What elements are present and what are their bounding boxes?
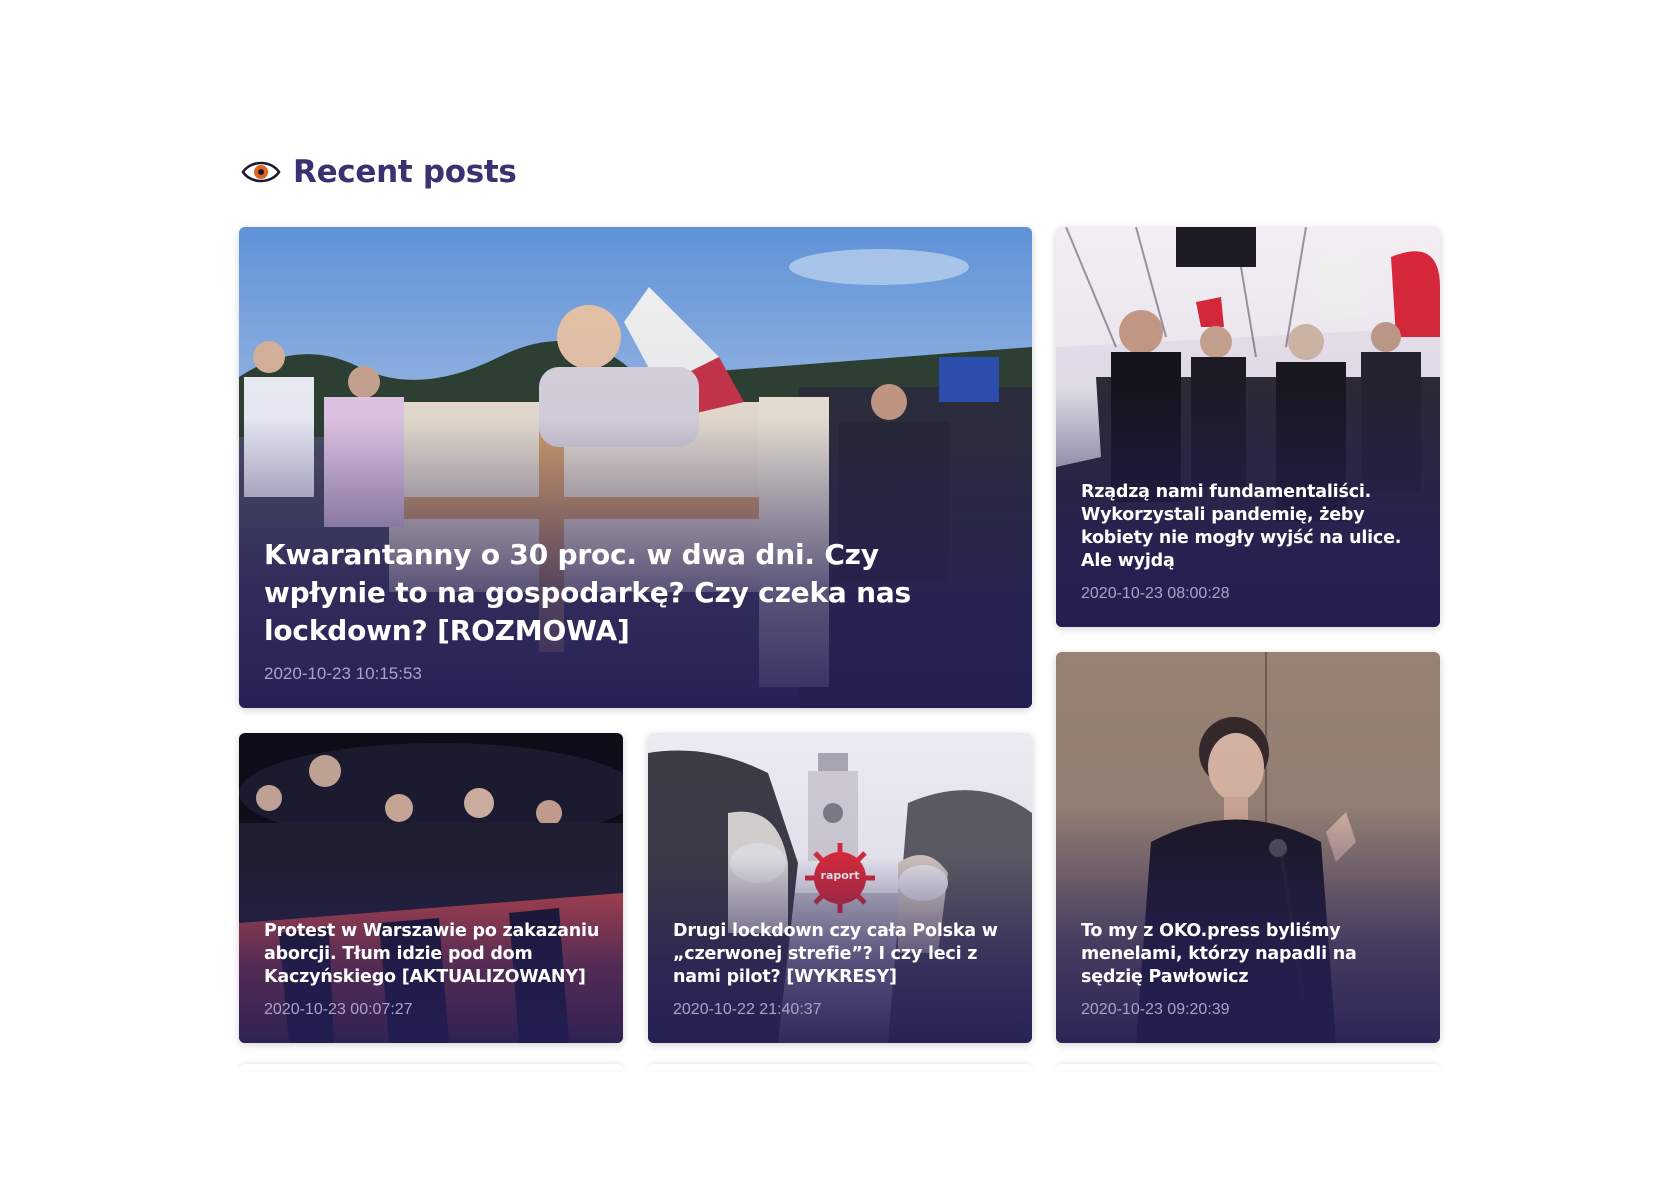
section-header: Recent posts xyxy=(241,154,517,190)
post-date: 2020-10-23 09:20:39 xyxy=(1081,1001,1230,1018)
next-card-edge xyxy=(1056,1064,1440,1070)
post-title[interactable]: Rządzą nami fundamentaliści. Wykorzystal… xyxy=(1081,481,1418,573)
post-card[interactable]: raport Drugi lockdown czy cała Polska w … xyxy=(648,733,1032,1043)
eye-icon xyxy=(241,161,281,183)
post-card[interactable]: To my z OKO.press byliśmy menelami, któr… xyxy=(1056,652,1440,1043)
post-card[interactable]: Rządzą nami fundamentaliści. Wykorzystal… xyxy=(1056,227,1440,627)
post-card[interactable]: Protest w Warszawie po zakazaniu aborcji… xyxy=(239,733,623,1043)
next-card-edge xyxy=(239,1064,623,1070)
post-title[interactable]: Kwarantanny o 30 proc. w dwa dni. Czy wp… xyxy=(264,536,1010,650)
post-title[interactable]: Drugi lockdown czy cała Polska w „czerwo… xyxy=(673,920,1010,989)
post-title[interactable]: Protest w Warszawie po zakazaniu aborcji… xyxy=(264,920,601,989)
post-card-featured[interactable]: Kwarantanny o 30 proc. w dwa dni. Czy wp… xyxy=(239,227,1032,708)
post-date: 2020-10-23 08:00:28 xyxy=(1081,585,1230,602)
post-title[interactable]: To my z OKO.press byliśmy menelami, któr… xyxy=(1081,920,1418,989)
next-card-edge xyxy=(648,1064,1032,1070)
post-date: 2020-10-22 21:40:37 xyxy=(673,1001,822,1018)
post-date: 2020-10-23 10:15:53 xyxy=(264,664,422,683)
post-date: 2020-10-23 00:07:27 xyxy=(264,1001,413,1018)
section-title: Recent posts xyxy=(293,154,517,190)
